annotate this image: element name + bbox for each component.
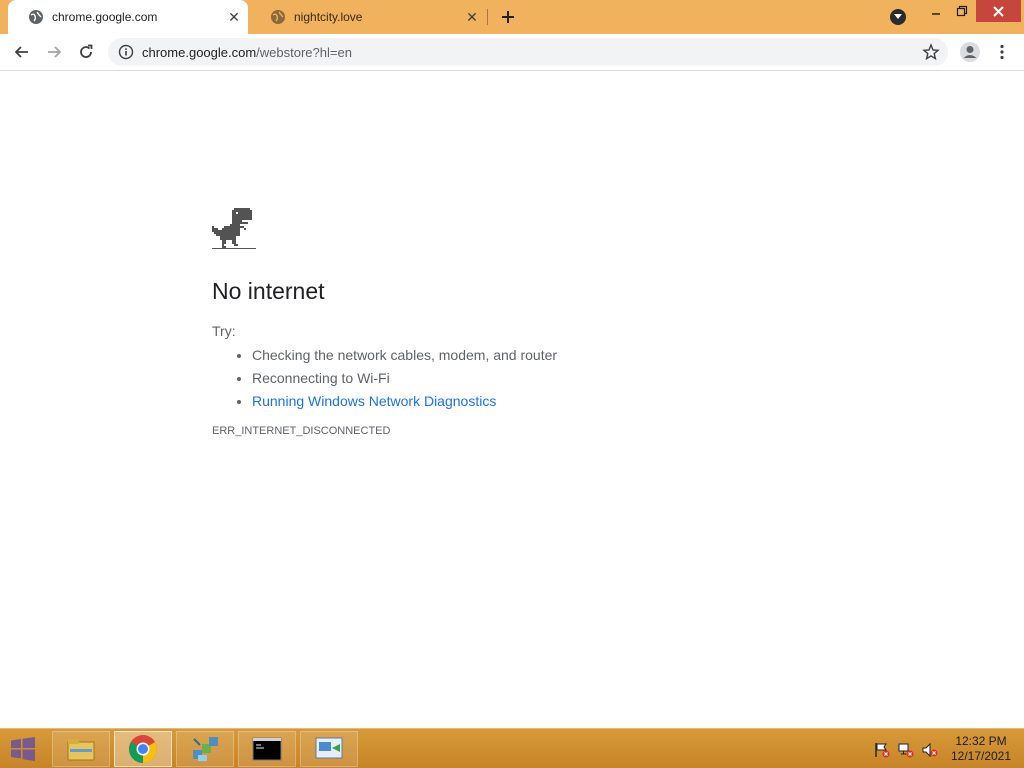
- file-explorer-button[interactable]: [52, 731, 110, 767]
- tab-title: chrome.google.com: [52, 10, 158, 24]
- minimize-icon: [932, 13, 940, 15]
- new-tab-button[interactable]: [496, 5, 520, 29]
- list-item: Running Windows Network Diagnostics: [252, 393, 772, 409]
- control-panel-button[interactable]: [300, 731, 358, 767]
- chevron-down-icon: [894, 14, 902, 19]
- minimize-button[interactable]: [924, 0, 948, 22]
- start-button[interactable]: [8, 735, 38, 763]
- system-clock[interactable]: 12:32 PM 12/17/2021: [946, 734, 1016, 764]
- tab-separator: [487, 9, 488, 25]
- browser-toolbar: chrome.google.com/webstore?hl=en: [0, 34, 1024, 71]
- reload-icon: [80, 44, 93, 58]
- control-panel-icon: [315, 737, 343, 759]
- globe-icon: [270, 9, 286, 25]
- suggestion-text: Checking the network cables, modem, and …: [252, 347, 558, 363]
- tab-search-button[interactable]: [890, 9, 906, 25]
- more-vert-icon: [1000, 44, 1004, 60]
- globe-icon: [28, 9, 44, 25]
- suggestion-list: Checking the network cables, modem, and …: [212, 347, 772, 409]
- folder-icon: [67, 739, 95, 761]
- arrow-right-icon: [48, 46, 62, 58]
- list-item: Reconnecting to Wi-Fi: [252, 370, 772, 386]
- profile-button[interactable]: [956, 38, 984, 66]
- close-window-button[interactable]: [976, 0, 1021, 22]
- url-text: chrome.google.com/webstore?hl=en: [142, 45, 352, 60]
- address-bar[interactable]: chrome.google.com/webstore?hl=en: [108, 38, 948, 66]
- command-prompt-button[interactable]: [238, 731, 296, 767]
- url-path: /webstore?hl=en: [256, 44, 352, 60]
- tab-title: nightcity.love: [294, 10, 363, 24]
- terminal-icon: [252, 737, 282, 761]
- avatar-icon: [960, 42, 980, 62]
- error-code: ERR_INTERNET_DISCONNECTED: [212, 425, 391, 437]
- try-label: Try:: [212, 323, 236, 339]
- forward-button[interactable]: [40, 38, 68, 66]
- plus-icon: [502, 11, 514, 23]
- arrow-left-icon: [14, 46, 28, 58]
- dinosaur-icon[interactable]: [212, 208, 256, 252]
- taskbar: 12:32 PM 12/17/2021: [0, 728, 1024, 768]
- list-item: Checking the network cables, modem, and …: [252, 347, 772, 363]
- bookmark-star-icon[interactable]: [922, 43, 940, 61]
- windows-icon: [11, 737, 35, 761]
- menu-button[interactable]: [988, 38, 1016, 66]
- tab-strip: chrome.google.com ✕ nightcity.love ✕: [0, 0, 1024, 34]
- volume-muted-icon[interactable]: [922, 742, 938, 758]
- action-center-flag-icon[interactable]: [874, 742, 890, 758]
- page-title: No internet: [212, 278, 325, 304]
- restore-button[interactable]: [950, 0, 974, 22]
- close-tab-icon[interactable]: ✕: [460, 5, 484, 29]
- clock-date: 12/17/2021: [950, 749, 1012, 763]
- chrome-button[interactable]: [114, 731, 172, 767]
- clock-time: 12:32 PM: [955, 734, 1007, 748]
- url-host: chrome.google.com: [142, 44, 257, 60]
- network-cubes-icon: [193, 737, 218, 761]
- network-disconnected-icon[interactable]: [898, 742, 914, 758]
- error-page: No internet Try: Checking the network ca…: [212, 208, 772, 437]
- close-icon: [993, 5, 1004, 17]
- tab-chrome-google[interactable]: chrome.google.com ✕: [8, 0, 248, 34]
- back-button[interactable]: [8, 38, 36, 66]
- reload-button[interactable]: [72, 38, 100, 66]
- close-tab-icon[interactable]: ✕: [222, 5, 246, 29]
- tab-nightcity[interactable]: nightcity.love ✕: [250, 0, 486, 34]
- chrome-icon: [129, 735, 157, 763]
- suggestion-text: Reconnecting to Wi-Fi: [252, 370, 390, 386]
- network-diagnostics-link[interactable]: Running Windows Network Diagnostics: [252, 393, 496, 409]
- network-app-button[interactable]: [176, 731, 234, 767]
- restore-icon: [956, 5, 968, 17]
- info-icon[interactable]: [118, 44, 134, 60]
